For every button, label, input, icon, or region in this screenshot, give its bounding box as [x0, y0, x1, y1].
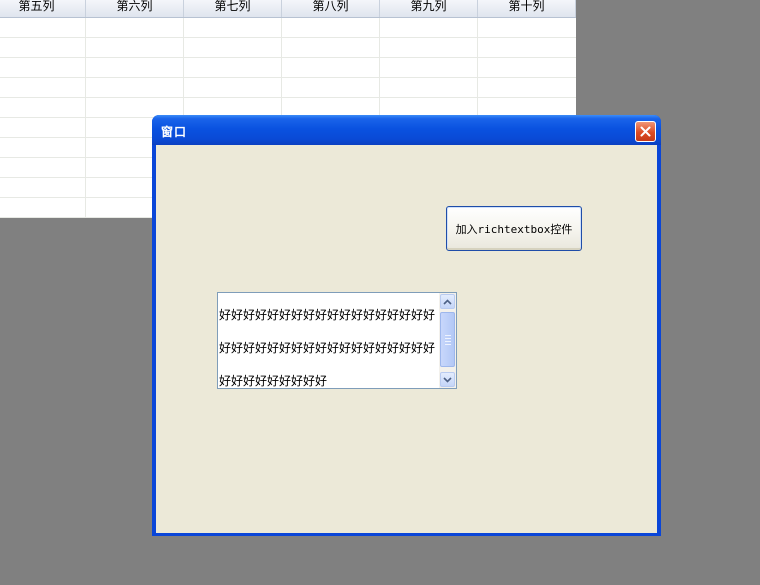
column-header-8[interactable]: 第八列	[282, 0, 380, 17]
scroll-grip	[445, 335, 451, 336]
scroll-thumb[interactable]	[440, 312, 455, 367]
richtextbox[interactable]: 好好好好好好好好好好好好好好好好好好 好好好好好好好好好好好好好好好好好好 好好…	[217, 292, 457, 389]
column-header-7[interactable]: 第七列	[184, 0, 282, 17]
scroll-grip	[445, 341, 451, 342]
richtextbox-line: 好好好好好好好好好	[219, 374, 328, 388]
column-header-9[interactable]: 第九列	[380, 0, 478, 17]
richtextbox-line: 好好好好好好好好好好好好好好好好好好	[219, 308, 436, 322]
chevron-up-icon	[443, 298, 452, 305]
scroll-grip	[445, 338, 451, 339]
window-title: 窗口	[161, 125, 188, 139]
window-client-area: 加入richtextbox控件 好好好好好好好好好好好好好好好好好好 好好好好好…	[156, 145, 657, 533]
vertical-scrollbar[interactable]	[439, 293, 456, 388]
grid-header: 第五列 第六列 第七列 第八列 第九列 第十列	[0, 0, 576, 18]
scroll-down-button[interactable]	[440, 372, 455, 387]
column-header-10[interactable]: 第十列	[478, 0, 576, 17]
title-bar[interactable]: 窗口	[152, 115, 661, 145]
add-richtextbox-button[interactable]: 加入richtextbox控件	[446, 206, 582, 251]
dialog-window: 窗口 加入richtextbox控件 好好好好好好好好好好好好好好好好好好 好好…	[152, 115, 661, 536]
grid-column-line	[85, 18, 86, 218]
scroll-grip	[445, 344, 451, 345]
scroll-up-button[interactable]	[440, 294, 455, 309]
close-button[interactable]	[635, 121, 656, 142]
column-header-6[interactable]: 第六列	[86, 0, 184, 17]
chevron-down-icon	[443, 376, 452, 383]
richtextbox-line: 好好好好好好好好好好好好好好好好好好	[219, 341, 436, 355]
close-icon	[640, 126, 651, 137]
column-header-5[interactable]: 第五列	[0, 0, 86, 17]
